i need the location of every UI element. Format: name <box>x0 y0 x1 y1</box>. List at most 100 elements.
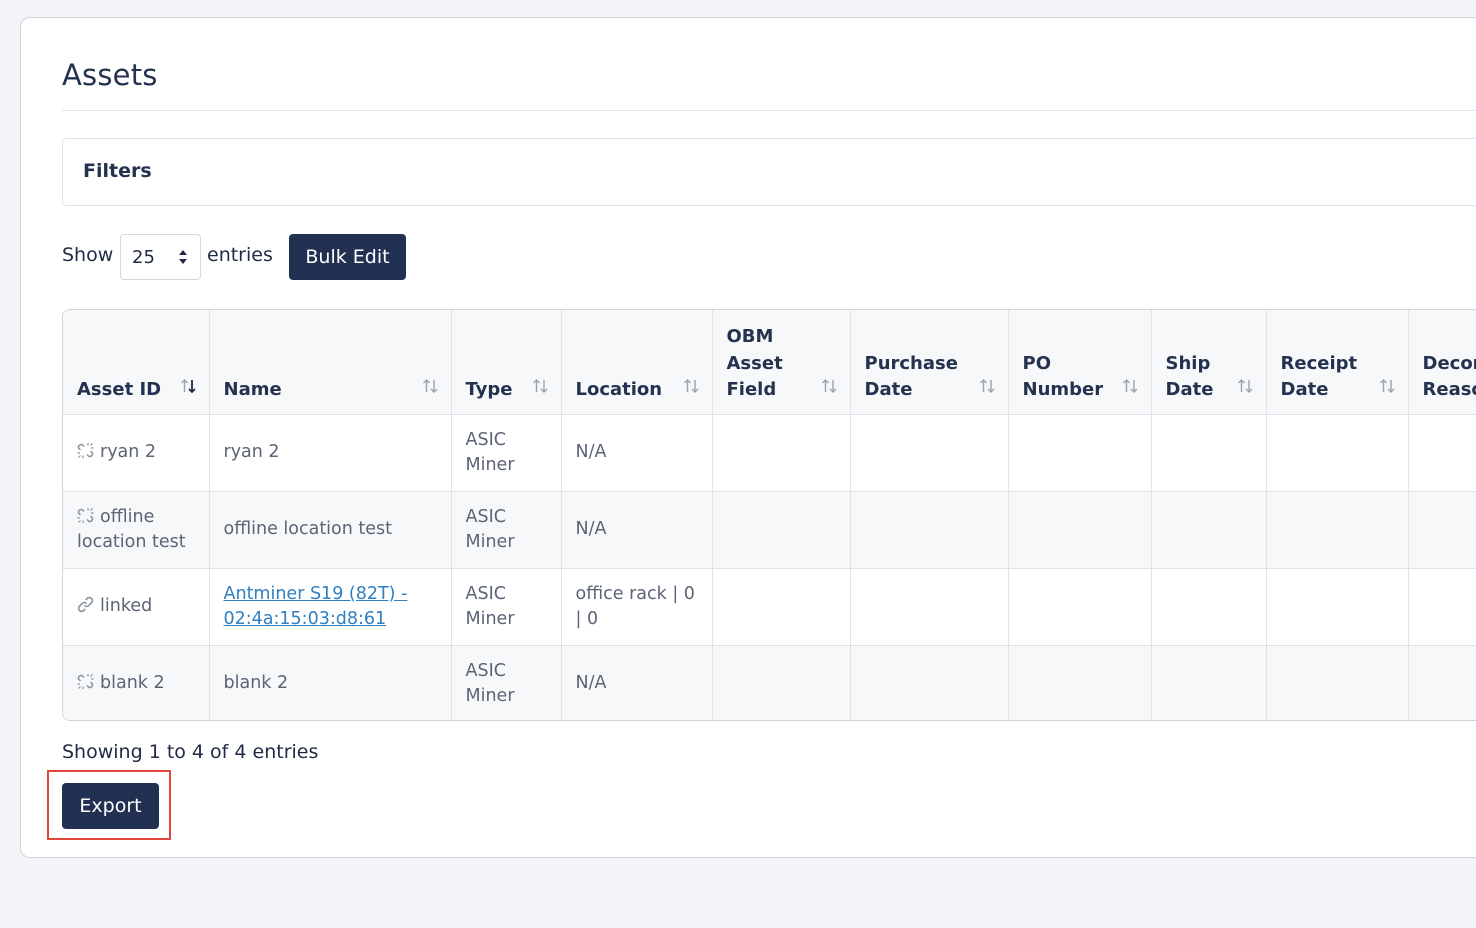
location-cell: N/A <box>561 491 713 569</box>
name-cell: offline location test <box>209 491 452 569</box>
sort-icon <box>422 378 437 393</box>
column-header-receipt-date[interactable]: Receipt Date <box>1266 310 1409 415</box>
po-number-cell <box>1008 491 1152 569</box>
receipt-date-cell <box>1266 645 1409 720</box>
export-button[interactable]: Export <box>62 783 159 829</box>
column-header-decom-reason[interactable]: Decom Reason <box>1408 310 1476 415</box>
sort-icon <box>979 378 994 393</box>
column-header-ship-date[interactable]: Ship Date <box>1151 310 1267 415</box>
column-header-label: Asset ID <box>77 379 162 400</box>
table-row: blank 2 blank 2 ASIC Miner N/A <box>63 645 1476 720</box>
obm-asset-field-cell <box>712 414 851 492</box>
column-header-label: PO Number <box>1022 352 1104 401</box>
page-title: Assets <box>62 58 158 92</box>
show-label: Show <box>62 244 114 266</box>
unlink-icon <box>77 507 94 523</box>
decom-reason-cell <box>1408 645 1476 720</box>
sort-descending-icon <box>180 378 196 393</box>
asset-name-text: ryan 2 <box>223 442 280 462</box>
filters-label[interactable]: Filters <box>83 160 152 182</box>
location-cell: office rack | 0 | 0 <box>561 568 713 646</box>
sort-icon <box>1237 378 1252 393</box>
unlink-icon <box>77 443 94 458</box>
asset-name-text: offline location test <box>223 519 393 539</box>
asset-name-link[interactable]: Antminer S19 (82T) - 02:4a:15:03:d8:61 <box>224 584 408 629</box>
receipt-date-cell <box>1266 491 1409 569</box>
type-cell: ASIC Miner <box>451 491 562 569</box>
obm-asset-field-cell <box>712 568 851 646</box>
column-header-label: OBM Asset Field <box>726 326 783 400</box>
column-header-label: Type <box>465 379 513 400</box>
column-header-type[interactable]: Type <box>451 310 562 415</box>
title-divider <box>62 110 1476 111</box>
table-header-row: Asset ID Name Type Location OBM Asset Fi… <box>63 310 1476 415</box>
name-cell: ryan 2 <box>209 414 452 492</box>
column-header-label: Ship Date <box>1165 352 1214 401</box>
sort-icon <box>532 378 547 393</box>
table-info: Showing 1 to 4 of 4 entries <box>62 741 319 763</box>
asset-name-text: blank 2 <box>223 673 289 694</box>
assets-card: Assets Filters Show 25 entries Bulk Edit… <box>20 17 1476 858</box>
po-number-cell <box>1008 414 1152 492</box>
asset-id-text: ryan 2 <box>100 442 157 462</box>
column-header-label: Purchase Date <box>864 352 958 401</box>
sort-icon <box>1379 378 1394 393</box>
asset-id-text: blank 2 <box>100 673 165 694</box>
entries-per-page-value: 25 <box>132 247 155 268</box>
column-header-label: Name <box>223 379 282 400</box>
column-header-label: Receipt Date <box>1280 352 1358 401</box>
name-cell: Antminer S19 (82T) - 02:4a:15:03:d8:61 <box>209 568 452 646</box>
assets-table: Asset ID Name Type Location OBM Asset Fi… <box>63 310 1476 720</box>
receipt-date-cell <box>1266 414 1409 492</box>
bulk-edit-button[interactable]: Bulk Edit <box>289 234 406 280</box>
decom-reason-cell <box>1408 414 1476 492</box>
purchase-date-cell <box>850 491 1009 569</box>
column-header-purchase-date[interactable]: Purchase Date <box>850 310 1009 415</box>
unlink-icon <box>77 674 94 690</box>
asset-id-text: linked <box>100 596 153 616</box>
asset-id-cell: blank 2 <box>63 645 210 720</box>
column-header-asset-id[interactable]: Asset ID <box>63 310 210 415</box>
purchase-date-cell <box>850 414 1009 492</box>
table-row: ryan 2 ryan 2 ASIC Miner N/A <box>63 414 1476 492</box>
asset-id-cell: linked <box>63 568 210 646</box>
sort-icon <box>1122 378 1137 393</box>
purchase-date-cell <box>850 568 1009 646</box>
decom-reason-cell <box>1408 568 1476 646</box>
filters-panel[interactable]: Filters <box>62 138 1476 206</box>
column-header-label: Location <box>575 379 663 400</box>
location-cell: N/A <box>561 645 713 720</box>
obm-asset-field-cell <box>712 645 851 720</box>
receipt-date-cell <box>1266 568 1409 646</box>
column-header-po-number[interactable]: PO Number <box>1008 310 1152 415</box>
column-header-label: Decom Reason <box>1422 352 1476 401</box>
select-arrows-icon <box>179 250 187 264</box>
column-header-location[interactable]: Location <box>561 310 713 415</box>
obm-asset-field-cell <box>712 491 851 569</box>
ship-date-cell <box>1151 491 1267 569</box>
po-number-cell <box>1008 645 1152 720</box>
column-header-name[interactable]: Name <box>209 310 452 415</box>
name-cell: blank 2 <box>209 645 452 720</box>
type-cell: ASIC Miner <box>451 645 562 720</box>
type-cell: ASIC Miner <box>451 568 562 646</box>
entries-per-page-select[interactable]: 25 <box>120 234 201 280</box>
assets-table-container: Asset ID Name Type Location OBM Asset Fi… <box>62 309 1476 721</box>
purchase-date-cell <box>850 645 1009 720</box>
table-row: offline location test offline location t… <box>63 491 1476 569</box>
table-row: linked Antminer S19 (82T) - 02:4a:15:03:… <box>63 568 1476 646</box>
po-number-cell <box>1008 568 1152 646</box>
decom-reason-cell <box>1408 491 1476 569</box>
sort-icon <box>821 378 836 393</box>
sort-icon <box>683 378 698 393</box>
type-cell: ASIC Miner <box>451 414 562 492</box>
asset-id-cell: ryan 2 <box>63 414 210 492</box>
entries-label: entries <box>207 244 273 266</box>
ship-date-cell <box>1151 645 1267 720</box>
location-cell: N/A <box>561 414 713 492</box>
link-icon <box>77 596 94 613</box>
ship-date-cell <box>1151 568 1267 646</box>
ship-date-cell <box>1151 414 1267 492</box>
column-header-obm-asset-field[interactable]: OBM Asset Field <box>712 310 851 415</box>
asset-id-cell: offline location test <box>63 491 210 569</box>
